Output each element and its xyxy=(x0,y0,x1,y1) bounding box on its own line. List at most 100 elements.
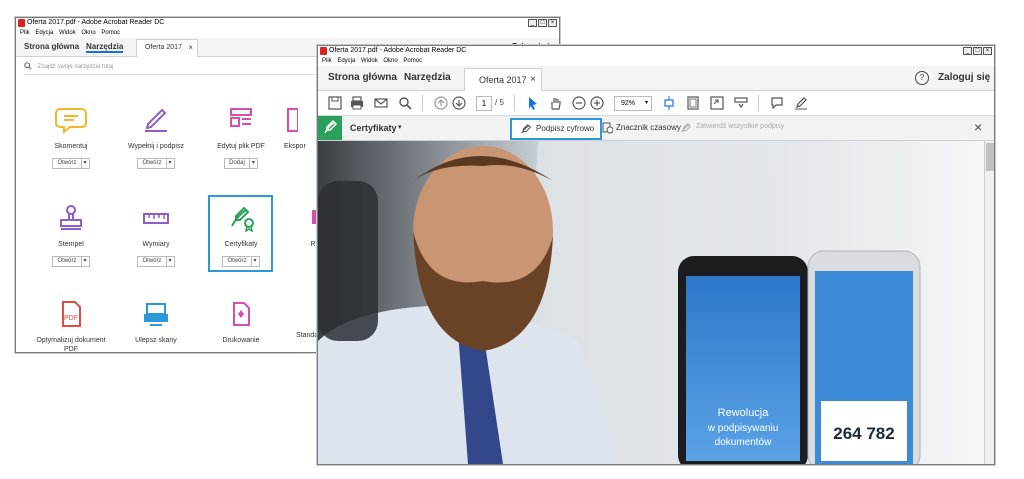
tool-open-button[interactable]: Otwórz ▾ xyxy=(52,158,90,169)
tab-home[interactable]: Strona główna xyxy=(328,72,397,83)
tool-fill-sign[interactable]: Wypełnij i podpisz Otwórz ▾ xyxy=(116,106,196,169)
search-placeholder: Znajdź swoje narzędzia tutaj xyxy=(37,64,114,70)
digitally-sign-button[interactable]: Podpisz cyfrowo xyxy=(510,118,602,140)
help-icon[interactable]: ? xyxy=(915,71,929,85)
fit-page-icon[interactable] xyxy=(686,96,700,110)
email-icon[interactable] xyxy=(374,96,388,110)
menu-window[interactable]: Okno xyxy=(383,58,397,64)
tab-tools[interactable]: Narzędzia xyxy=(86,42,124,53)
tab-document[interactable]: Oferta 2017 × xyxy=(136,39,198,57)
save-icon[interactable] xyxy=(328,96,342,110)
page-up-icon[interactable] xyxy=(434,96,448,110)
tool-optimize[interactable]: PDF Optymalizuj dokument PDF xyxy=(31,300,111,352)
tool-enhance-scans[interactable]: Ulepsz skany xyxy=(116,300,196,345)
window-title: Oferta 2017.pdf - Adobe Acrobat Reader D… xyxy=(27,19,165,26)
menu-window[interactable]: Okno xyxy=(81,30,95,36)
scrollbar-thumb[interactable] xyxy=(986,143,994,171)
chevron-down-icon[interactable]: ▾ xyxy=(80,159,89,168)
certificates-title[interactable]: Certyfikaty xyxy=(350,123,397,133)
read-mode-icon[interactable] xyxy=(734,96,748,110)
print-production-icon xyxy=(233,302,250,326)
pen-sign-icon xyxy=(521,123,532,134)
login-link[interactable]: Zaloguj się xyxy=(938,72,990,83)
zoom-out-icon[interactable] xyxy=(572,96,586,110)
close-window-button[interactable]: × xyxy=(983,47,992,55)
zoom-in-icon[interactable] xyxy=(590,96,604,110)
search-icon xyxy=(24,62,32,70)
menu-file[interactable]: Plik xyxy=(20,30,30,36)
title-bar: Oferta 2017.pdf - Adobe Acrobat Reader D… xyxy=(16,18,559,28)
zoom-select[interactable]: 92% ▾ xyxy=(614,96,652,111)
toolbar-separator xyxy=(514,95,515,111)
menu-help[interactable]: Pomoc xyxy=(403,58,422,64)
tab-document-label: Oferta 2017 xyxy=(479,75,527,85)
menu-help[interactable]: Pomoc xyxy=(101,30,120,36)
highlight-pen-icon[interactable] xyxy=(794,96,808,110)
front-acrobat-window: Oferta 2017.pdf - Adobe Acrobat Reader D… xyxy=(317,45,995,465)
menu-view[interactable]: Widok xyxy=(361,58,378,64)
optimize-icon: PDF xyxy=(62,301,81,327)
close-toolbar-icon[interactable]: × xyxy=(974,119,982,135)
pdf-app-icon xyxy=(18,19,25,27)
tab-document[interactable]: Oferta 2017 × xyxy=(464,68,542,91)
full-screen-icon[interactable] xyxy=(710,96,724,110)
ruler-icon xyxy=(143,213,169,224)
tool-open-button[interactable]: Otwórz ▾ xyxy=(137,158,175,169)
digitally-sign-label: Podpisz cyfrowo xyxy=(536,124,595,133)
menu-file[interactable]: Plik xyxy=(322,58,332,64)
comment-icon[interactable] xyxy=(770,96,784,110)
phone-right: 264 782 xyxy=(807,250,921,464)
phone-text-line2: w podpisywaniu xyxy=(707,423,779,434)
hand-tool-icon[interactable] xyxy=(548,96,562,110)
tool-label: Edytuj plik PDF xyxy=(217,143,265,150)
stamp-icon xyxy=(60,205,82,230)
page-number-input[interactable]: 1 xyxy=(476,96,492,111)
title-bar: Oferta 2017.pdf - Adobe Acrobat Reader D… xyxy=(318,46,994,56)
chevron-down-icon[interactable]: ▾ xyxy=(80,257,89,266)
tab-close-icon[interactable]: × xyxy=(530,74,536,85)
button-label: Otwórz xyxy=(57,160,77,166)
validate-all-signatures-button[interactable]: Zatwierdź wszystkie podpisy xyxy=(696,123,784,130)
timestamp-button[interactable]: Znacznik czasowy xyxy=(616,123,681,132)
tab-close-icon[interactable]: × xyxy=(188,43,193,52)
tool-export[interactable]: Ekspor xyxy=(284,106,314,151)
chevron-down-icon[interactable]: ▾ xyxy=(398,123,402,131)
menu-view[interactable]: Widok xyxy=(59,30,76,36)
certificates-toolbar: Certyfikaty ▾ Podpisz cyfrowo Znacznik c… xyxy=(318,116,994,141)
window-title: Oferta 2017.pdf - Adobe Acrobat Reader D… xyxy=(329,47,467,54)
tool-open-button[interactable]: Otwórz ▾ xyxy=(137,256,175,267)
tool-edit-pdf[interactable]: Edytuj plik PDF Dodaj ▾ xyxy=(201,106,281,169)
document-photo: Rewolucja w podpisywaniu dokumentów 264 … xyxy=(318,141,984,464)
close-window-button[interactable]: × xyxy=(548,19,557,27)
tool-open-button[interactable]: Otwórz ▾ xyxy=(52,256,90,267)
menu-edit[interactable]: Edycja xyxy=(337,58,355,64)
tool-measure[interactable]: Wymiary Otwórz ▾ xyxy=(116,204,196,267)
button-label: Otwórz xyxy=(57,258,77,264)
tab-home[interactable]: Strona główna xyxy=(24,42,79,51)
tool-comment[interactable]: Skomentuj Otwórz ▾ xyxy=(31,106,111,169)
tool-label: Wypełnij i podpisz xyxy=(128,143,184,150)
chevron-down-icon[interactable]: ▾ xyxy=(165,159,174,168)
tool-stamp[interactable]: Stempel Otwórz ▾ xyxy=(31,204,111,267)
validate-signatures-icon xyxy=(681,122,692,133)
tool-add-button[interactable]: Dodaj ▾ xyxy=(224,158,258,169)
page-total: / 5 xyxy=(495,98,504,107)
vertical-scrollbar[interactable] xyxy=(984,141,994,464)
minimize-button[interactable]: _ xyxy=(963,47,972,55)
chevron-down-icon[interactable]: ▾ xyxy=(165,257,174,266)
certificates-highlight xyxy=(208,195,273,272)
tab-tools[interactable]: Narzędzia xyxy=(404,72,451,83)
tool-print-production[interactable]: Drukowanie xyxy=(201,300,281,345)
scrolling-mode-icon[interactable] xyxy=(662,96,676,110)
maximize-button[interactable]: □ xyxy=(538,19,547,27)
fill-sign-icon xyxy=(145,108,167,132)
chevron-down-icon[interactable]: ▾ xyxy=(248,159,257,168)
select-cursor-icon[interactable] xyxy=(526,96,540,110)
maximize-button[interactable]: □ xyxy=(973,47,982,55)
tab-document-label: Oferta 2017 xyxy=(145,44,182,51)
search-icon[interactable] xyxy=(398,96,412,110)
menu-edit[interactable]: Edycja xyxy=(35,30,53,36)
page-down-icon[interactable] xyxy=(452,96,466,110)
print-icon[interactable] xyxy=(350,96,364,110)
minimize-button[interactable]: _ xyxy=(528,19,537,27)
